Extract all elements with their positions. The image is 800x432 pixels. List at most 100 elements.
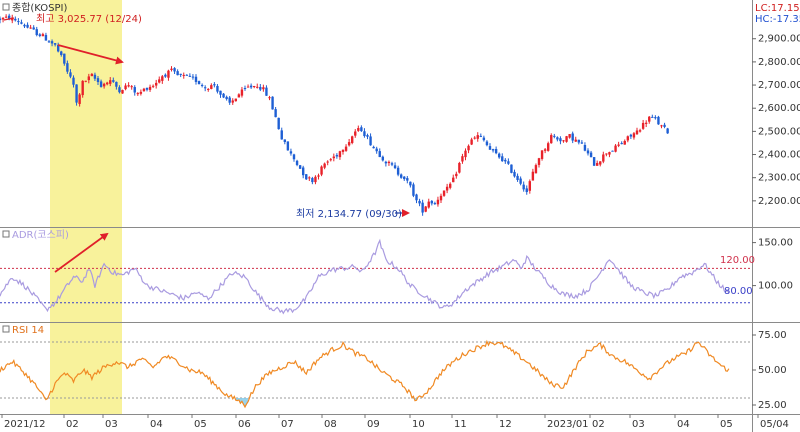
candle-body bbox=[194, 76, 198, 82]
candle-body bbox=[69, 72, 72, 77]
adr-legend-marker[interactable] bbox=[2, 230, 10, 238]
candle-body bbox=[562, 140, 565, 142]
candle-body bbox=[1, 17, 5, 20]
candle-body bbox=[305, 174, 308, 180]
candle-body bbox=[626, 136, 630, 141]
price-legend-marker[interactable] bbox=[2, 3, 10, 11]
candle-body bbox=[617, 144, 620, 146]
price-y-tick-label: 2,600.00 bbox=[758, 103, 800, 114]
candle-body bbox=[289, 151, 293, 154]
candle-body bbox=[145, 87, 149, 90]
candle-body bbox=[139, 91, 143, 94]
candle-body bbox=[412, 184, 415, 196]
candle-body bbox=[620, 143, 623, 145]
price-y-tick-label: 2,300.00 bbox=[758, 173, 800, 184]
candle-body bbox=[216, 85, 219, 92]
candle-body bbox=[314, 176, 317, 183]
candle-body bbox=[528, 181, 532, 191]
candle-body bbox=[164, 74, 167, 77]
candle-body bbox=[154, 82, 158, 86]
candle-body bbox=[611, 150, 614, 152]
x-tick-label: 05 bbox=[720, 419, 733, 430]
candle-body bbox=[574, 139, 577, 142]
rsi-legend-marker[interactable] bbox=[2, 325, 10, 333]
candle-body bbox=[629, 134, 633, 137]
y-tick-label: 75.00 bbox=[758, 330, 787, 341]
x-tick-label: 04 bbox=[150, 419, 163, 430]
candle-body bbox=[295, 160, 299, 165]
candle-body bbox=[614, 145, 617, 152]
candle-body bbox=[109, 80, 112, 84]
y-tick-label: 50.00 bbox=[758, 365, 787, 376]
candle-body bbox=[81, 80, 84, 96]
candle-body bbox=[448, 183, 452, 188]
candle-body bbox=[4, 16, 8, 18]
candle-body bbox=[158, 79, 161, 83]
candle-body bbox=[118, 87, 121, 93]
x-tick-label: 03 bbox=[632, 419, 645, 430]
candle-body bbox=[504, 159, 507, 162]
candle-body bbox=[494, 149, 498, 154]
candle-body bbox=[522, 184, 525, 190]
candle-body bbox=[277, 117, 280, 130]
candle-body bbox=[219, 90, 222, 95]
adr-legend: ADR(코스피) bbox=[12, 229, 69, 241]
candle-body bbox=[148, 86, 152, 90]
candle-body bbox=[418, 200, 421, 204]
candle-body bbox=[589, 152, 593, 158]
adr-ref-120-label: 120.00 bbox=[720, 255, 755, 266]
stock-chart[interactable]: 2,900.00 2,800.00 2,700.00 2,600.00 2,500.00… bbox=[0, 0, 800, 432]
candle-body bbox=[540, 150, 544, 159]
candle-body bbox=[406, 178, 409, 181]
candle-body bbox=[311, 178, 314, 183]
candle-body bbox=[344, 146, 348, 151]
candle-body bbox=[72, 77, 75, 85]
candle-body bbox=[546, 143, 550, 151]
candle-body bbox=[41, 34, 45, 37]
candle-body bbox=[329, 159, 332, 161]
candle-body bbox=[17, 21, 20, 23]
x-tick-label: 2021/12 bbox=[4, 419, 46, 430]
y-tick-label: 100.00 bbox=[758, 281, 793, 292]
candle-body bbox=[516, 175, 519, 180]
candle-body bbox=[602, 154, 605, 162]
candle-body bbox=[234, 98, 238, 102]
price-y-tick-label: 2,900.00 bbox=[758, 34, 800, 45]
candle-body bbox=[577, 139, 581, 143]
candle-body bbox=[286, 141, 290, 151]
adr-ref-80-label: 80.00 bbox=[724, 286, 753, 297]
candle-body bbox=[326, 161, 329, 163]
x-tick-label: 04 bbox=[677, 419, 690, 430]
candle-body bbox=[185, 74, 189, 76]
candle-body bbox=[387, 161, 391, 164]
candle-body bbox=[393, 165, 397, 169]
candle-body bbox=[638, 130, 642, 132]
candle-body bbox=[347, 142, 351, 146]
candle-body bbox=[63, 53, 66, 64]
candle-body bbox=[173, 68, 176, 72]
candle-body bbox=[525, 188, 528, 193]
candle-body bbox=[476, 135, 479, 139]
candle-body bbox=[26, 24, 29, 28]
candle-body bbox=[384, 161, 388, 164]
candle-body bbox=[473, 137, 476, 139]
candle-body bbox=[200, 84, 204, 86]
y-tick-label: 150.00 bbox=[758, 238, 793, 249]
candle-body bbox=[249, 85, 253, 88]
x-tick-label: 05 bbox=[194, 419, 207, 430]
candle-body bbox=[136, 93, 140, 95]
candle-body bbox=[53, 43, 57, 45]
x-tick-label: 10 bbox=[412, 419, 425, 430]
candle-body bbox=[29, 27, 32, 29]
candle-body bbox=[543, 149, 547, 151]
candle-body bbox=[644, 122, 648, 124]
candle-body bbox=[44, 34, 48, 41]
candle-body bbox=[246, 86, 250, 88]
x-tick-label: 2023/01 bbox=[547, 419, 589, 430]
candle-body bbox=[360, 127, 363, 132]
candle-body bbox=[341, 149, 345, 152]
candle-body bbox=[323, 163, 326, 168]
candle-body bbox=[197, 81, 201, 85]
candle-body bbox=[403, 176, 406, 180]
candle-body bbox=[130, 86, 133, 88]
